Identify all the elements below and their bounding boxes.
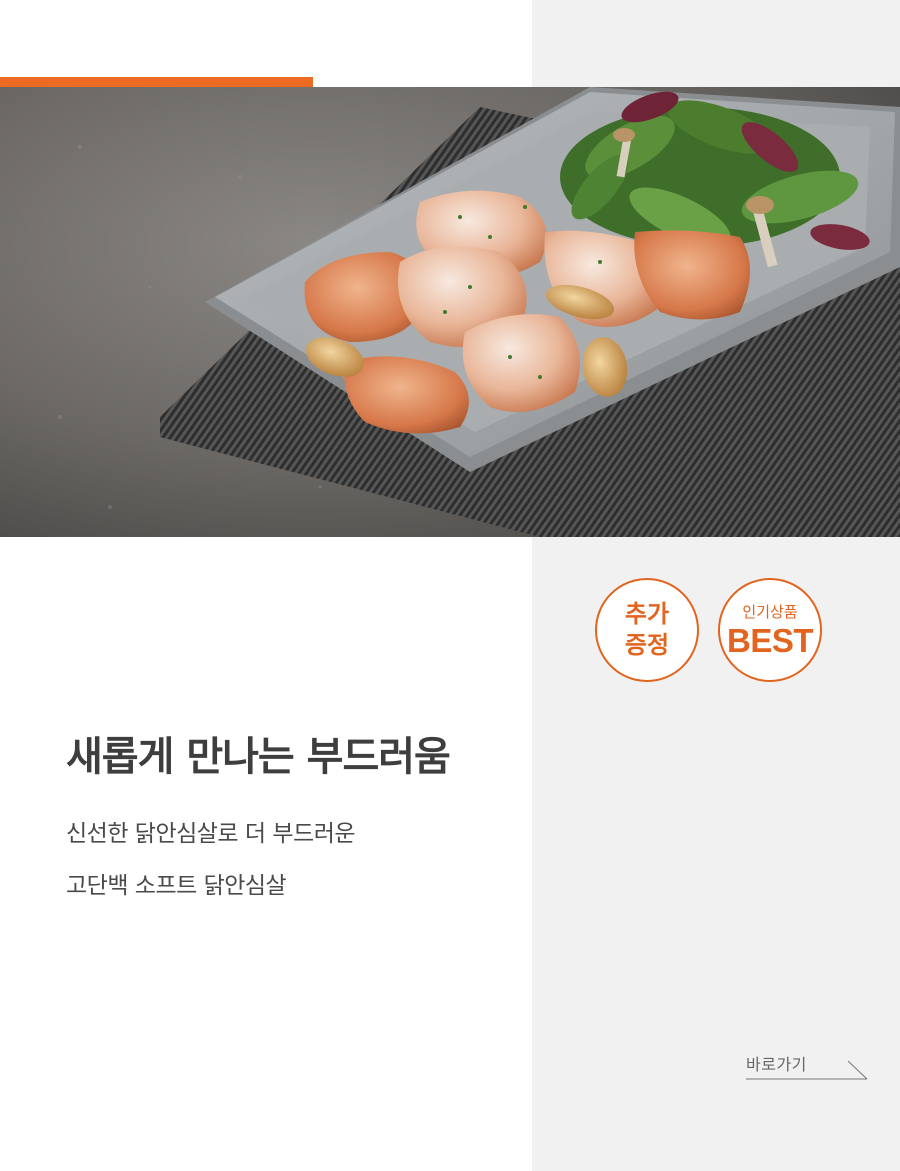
- subcopy-line-1: 신선한 닭안심살로 더 부드러운: [66, 821, 356, 847]
- hero-food-image: [0, 87, 900, 537]
- bonus-gift-line1: 추가: [624, 600, 670, 628]
- best-seller-badge: 인기상품 BEST: [718, 578, 822, 682]
- best-seller-title: BEST: [726, 621, 814, 659]
- chicken-plate-illustration: [0, 87, 900, 537]
- subcopy-line-2: 고단백 소프트 닭안심살: [66, 873, 287, 899]
- goto-link[interactable]: 바로가기: [746, 1050, 868, 1082]
- bonus-gift-badge: 추가 증정: [595, 578, 699, 682]
- accent-bar: [0, 77, 313, 87]
- bonus-gift-line2: 증정: [624, 631, 670, 659]
- best-seller-label: 인기상품: [742, 602, 798, 621]
- headline: 새롭게 만나는 부드러움: [66, 734, 451, 780]
- arrow-right-icon: [746, 1060, 868, 1080]
